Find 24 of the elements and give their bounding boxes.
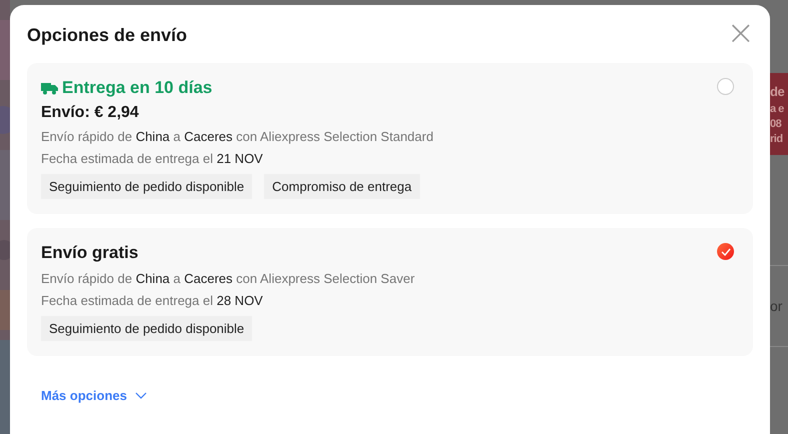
radio-button[interactable]	[717, 243, 734, 260]
feature-tag: Seguimiento de pedido disponible	[41, 174, 252, 199]
estimated-date: Fecha estimada de entrega el 21 NOV	[41, 150, 264, 168]
truck-icon	[41, 82, 58, 94]
radio-button[interactable]	[717, 78, 734, 95]
banner-text: a e	[770, 102, 785, 116]
feature-tag: Compromiso de entrega	[264, 174, 420, 199]
chevron-down-icon	[134, 392, 147, 399]
banner-text: rid	[770, 132, 784, 146]
delivery-headline: Entrega en 10 días	[62, 78, 212, 98]
banner-text: 08	[770, 116, 782, 132]
more-options-link[interactable]: Más opciones	[41, 388, 147, 403]
checkmark-icon	[720, 248, 730, 256]
route-text: Envío rápido de China a Caceres con Aliexpress Selection Saver	[41, 270, 415, 288]
estimated-date: Fecha estimada de entrega el 28 NOV	[41, 292, 264, 310]
shipping-price: Envío: € 2,94	[41, 104, 140, 122]
shipping-option-card[interactable]: Envío gratis Envío rápido de China a Caceres con Aliexpress Selection Saver Fecha estimada de entrega el 28 NOV Seguimiento de pedido disponible	[27, 228, 753, 356]
background-text: or	[770, 298, 782, 314]
dialog-title: Opciones de envío	[27, 24, 188, 46]
shipping-option-card[interactable]: Entrega en 10 días Envío: € 2,94 Envío rápido de China a Caceres con Aliexpress Selection Standard Fecha estimada de entrega el 21 NOV Seguimiento de pedido disponible Compromiso de entrega	[27, 63, 753, 214]
delivery-headline: Envío gratis	[41, 243, 138, 263]
feature-tag: Seguimiento de pedido disponible	[41, 316, 252, 341]
route-text: Envío rápido de China a Caceres con Aliexpress Selection Standard	[41, 128, 434, 146]
banner-text: de	[770, 82, 786, 100]
